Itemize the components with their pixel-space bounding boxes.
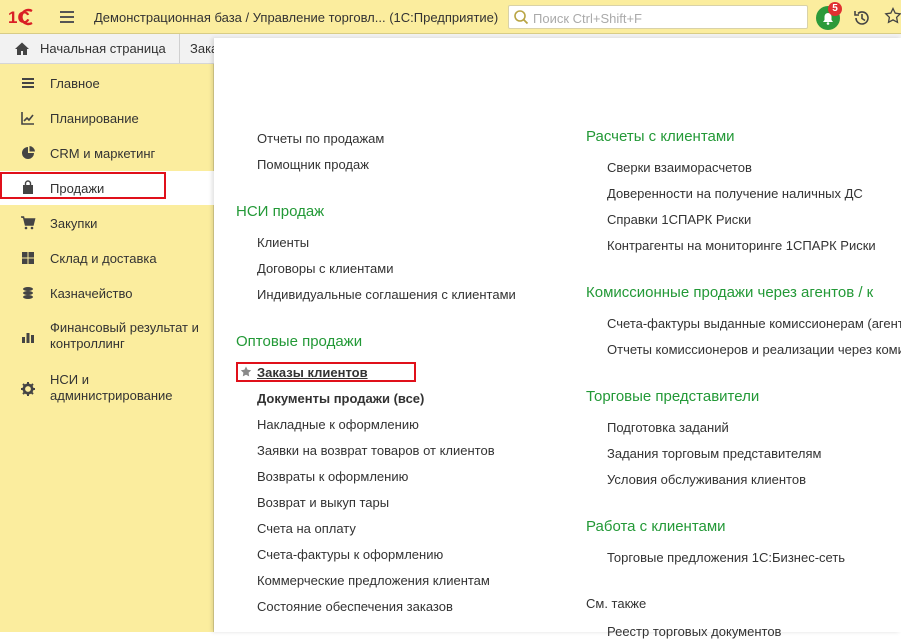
cart-icon [21,216,36,230]
sidebar-item-label: Закупки [50,216,98,231]
section-header-wholesale: Оптовые продажи [236,333,363,350]
link-return-requests[interactable]: Заявки на возврат товаров от клиентов [257,443,495,458]
bar-chart-icon [22,333,34,343]
1c-logo-icon[interactable]: 1C [8,7,44,27]
sidebar-item-planning[interactable]: Планирование [0,101,214,135]
link-service-conditions[interactable]: Условия обслуживания клиентов [607,472,806,487]
search-box[interactable] [508,5,808,29]
history-icon[interactable] [852,8,872,28]
see-also-header: См. также [586,596,647,611]
search-input[interactable] [531,8,805,28]
sidebar-item-label-line2: контроллинг [50,336,125,351]
link-spark-monitoring[interactable]: Контрагенты на мониторинге 1СПАРК Риски [607,238,876,253]
sidebar-item-label: Планирование [50,111,139,126]
title-bar: 1C Демонстрационная база / Управление то… [0,0,901,34]
pie-chart-icon [22,146,35,159]
tab-home-page[interactable]: Начальная страница [0,34,180,63]
sidebar-item-label: Казначейство [50,286,133,301]
sidebar-item-label: Склад и доставка [50,251,157,266]
link-prepare-tasks[interactable]: Подготовка заданий [607,420,729,435]
link-sales-documents[interactable]: Документы продажи (все) [257,391,424,406]
sidebar-item-label: Главное [50,76,100,91]
link-commission-invoices[interactable]: Счета-фактуры выданные комиссионерам (аг… [607,316,901,331]
sidebar-item-label: CRM и маркетинг [50,146,156,161]
link-spark-reports[interactable]: Справки 1СПАРК Риски [607,212,751,227]
gear-icon [21,382,35,396]
favorites-star-icon[interactable] [884,7,901,25]
planning-icon [21,112,34,125]
link-sales-reports[interactable]: Отчеты по продажам [257,131,384,146]
link-payment-invoices[interactable]: Счета на оплату [257,521,356,536]
grid-icon [22,252,34,264]
sidebar-item-admin[interactable]: НСИ и администрирование [0,368,214,412]
tab-home-label: Начальная страница [40,41,166,56]
menu-lines-icon [22,78,34,88]
search-icon [514,10,529,25]
coins-icon [23,287,33,299]
link-commission-reports[interactable]: Отчеты комиссионеров и реализации через … [607,342,901,357]
sidebar-item-main[interactable]: Главное [0,66,214,100]
sidebar-item-label: НСИ и [50,372,89,387]
link-tare-return[interactable]: Возврат и выкуп тары [257,495,389,510]
section-header-settlements: Расчеты с клиентами [586,128,735,145]
sidebar-item-label-line2: администрирование [50,388,173,403]
link-business-network-offers[interactable]: Торговые предложения 1С:Бизнес-сеть [607,550,845,565]
link-commercial-offers[interactable]: Коммерческие предложения клиентам [257,573,490,588]
window-title: Демонстрационная база / Управление торго… [94,10,499,25]
sidebar: Главное Планирование CRM и маркетинг Про… [0,64,214,632]
home-icon [15,42,29,55]
sales-highlight-frame [0,172,166,199]
link-clients[interactable]: Клиенты [257,235,309,250]
section-header-sales-reps: Торговые представители [586,388,760,405]
main-menu-icon[interactable] [60,11,74,23]
link-order-provision[interactable]: Состояние обеспечения заказов [257,599,453,614]
link-reconciliations[interactable]: Сверки взаиморасчетов [607,160,752,175]
section-header-client-work: Работа с клиентами [586,518,726,535]
sidebar-item-label: Финансовый результат и [50,320,199,335]
sidebar-item-treasury[interactable]: Казначейство [0,276,214,310]
link-invoices-to-issue[interactable]: Накладные к оформлению [257,417,419,432]
link-returns-to-issue[interactable]: Возвраты к оформлению [257,469,408,484]
sidebar-item-warehouse[interactable]: Склад и доставка [0,241,214,275]
section-header-commission: Комиссионные продажи через агентов / к [586,284,874,301]
link-rep-tasks[interactable]: Задания торговым представителям [607,446,821,461]
link-cash-powers-of-attorney[interactable]: Доверенности на получение наличных ДС [607,186,863,201]
section-header-nsi: НСИ продаж [236,203,325,220]
sidebar-item-crm[interactable]: CRM и маркетинг [0,136,214,170]
notification-badge: 5 [828,2,842,16]
sidebar-item-purchases[interactable]: Закупки [0,206,214,240]
link-sales-assistant[interactable]: Помощник продаж [257,157,369,172]
link-client-contracts[interactable]: Договоры с клиентами [257,261,393,276]
sidebar-item-financial-result[interactable]: Финансовый результат и контроллинг [0,316,214,360]
orders-highlight-frame [236,362,416,382]
link-tax-invoices[interactable]: Счета-фактуры к оформлению [257,547,443,562]
link-individual-agreements[interactable]: Индивидуальные соглашения с клиентами [257,287,516,302]
